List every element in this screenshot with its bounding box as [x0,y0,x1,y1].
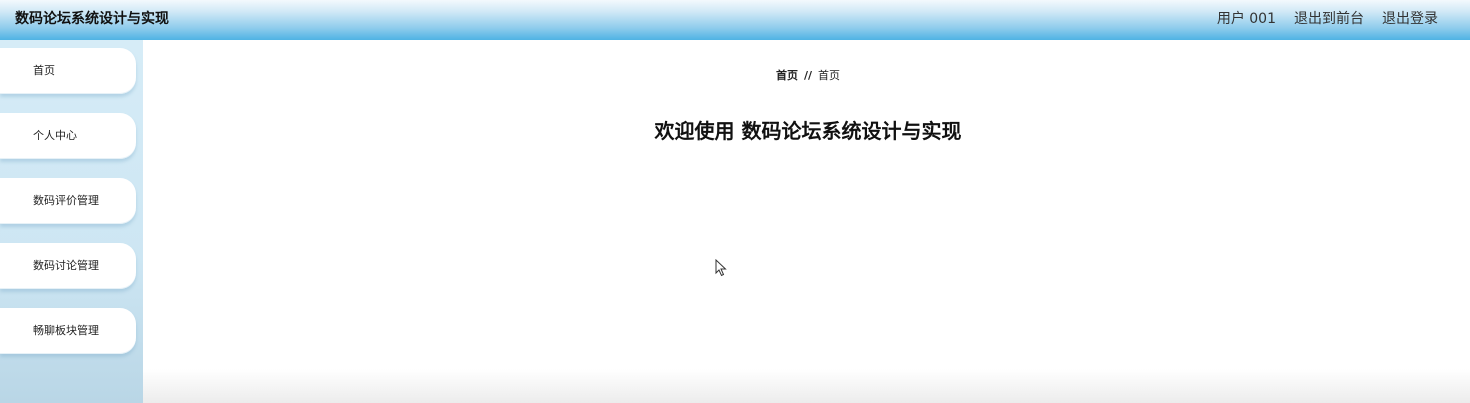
back-to-front-link[interactable]: 退出到前台 [1294,8,1364,28]
current-user-label: 用户 001 [1216,11,1276,27]
breadcrumb: 首页 // 首页 [143,67,1470,83]
sidebar-item-home[interactable]: 首页 [0,48,136,94]
logout-link[interactable]: 退出登录 [1382,8,1438,28]
main-content: 首页 // 首页 欢迎使用 数码论坛系统设计与实现 [143,40,1470,403]
content-footer-shade [143,369,1470,403]
sidebar: 首页 个人中心 数码评价管理 数码讨论管理 畅聊板块管理 [0,40,143,403]
header-actions: 用户 001 退出到前台 退出登录 [1217,8,1438,28]
breadcrumb-home-link[interactable]: 首页 [776,69,798,82]
sidebar-item-digital-review-management[interactable]: 数码评价管理 [0,178,136,224]
sidebar-item-personal-center[interactable]: 个人中心 [0,113,136,159]
sidebar-item-chat-board-management[interactable]: 畅聊板块管理 [0,308,136,354]
welcome-heading: 欢迎使用 数码论坛系统设计与实现 [654,119,962,143]
breadcrumb-separator: // [803,69,813,82]
app-title: 数码论坛系统设计与实现 [15,11,169,27]
top-header: 数码论坛系统设计与实现 用户 001 退出到前台 退出登录 [0,0,1470,40]
breadcrumb-current: 首页 [818,69,841,82]
mouse-pointer-icon [715,259,727,277]
sidebar-item-digital-discussion-management[interactable]: 数码讨论管理 [0,243,136,289]
